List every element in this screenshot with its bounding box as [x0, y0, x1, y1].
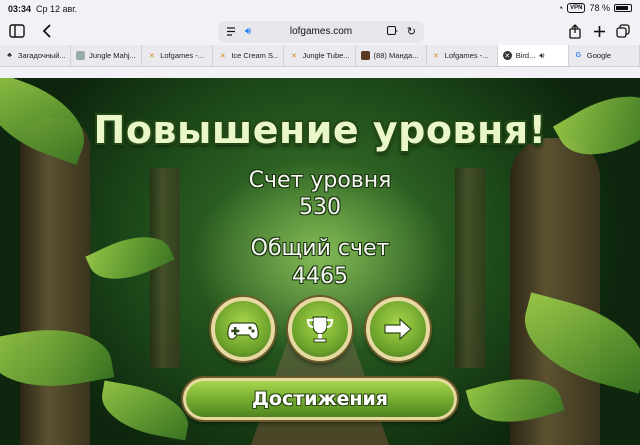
- wifi-icon: ◔: [557, 3, 564, 13]
- tab-label: Jungle Mahj...: [89, 51, 136, 60]
- achievements-button[interactable]: Достижения: [183, 378, 457, 420]
- game-canvas[interactable]: Повышение уровня! Счет уровня 530 Общий …: [0, 78, 640, 445]
- next-level-button[interactable]: [366, 297, 430, 361]
- tab-label: Lofgames -...: [444, 51, 489, 60]
- tab-label: Lofgames -...: [160, 51, 204, 60]
- tab-label: Ice Cream S...: [231, 51, 279, 60]
- browser-toolbar: 🔊︎ lofgames.com ↻: [0, 18, 640, 44]
- level-score-value: 530: [299, 195, 341, 220]
- more-games-button[interactable]: [211, 297, 275, 361]
- tab-label: Bird...: [515, 51, 536, 60]
- tab-label: Jungle Tube...: [302, 51, 350, 60]
- leaderboard-button[interactable]: [288, 297, 352, 361]
- close-icon[interactable]: ✕: [502, 51, 512, 60]
- speaker-icon[interactable]: 🔊︎: [539, 51, 544, 61]
- lofgames-icon: ✕: [433, 52, 440, 60]
- share-icon[interactable]: [564, 20, 586, 42]
- google-icon: G: [575, 52, 582, 59]
- total-score-label: Общий счет: [250, 236, 390, 261]
- paw-icon: ♣: [7, 52, 12, 59]
- tabs-overview-icon[interactable]: [612, 20, 634, 42]
- tab-3[interactable]: ✕ Ice Cream S...: [213, 45, 285, 66]
- tab-6[interactable]: ✕ Lofgames -...: [427, 45, 498, 66]
- tab-4[interactable]: ✕ Jungle Tube...: [284, 45, 356, 66]
- total-score-value: 4465: [292, 264, 348, 289]
- battery-icon: [614, 4, 632, 12]
- tab-label: Загадочный...: [18, 51, 66, 60]
- leaf: [96, 380, 194, 441]
- sidebar-icon[interactable]: [6, 20, 28, 42]
- status-time: 03:34: [8, 4, 32, 14]
- lofgames-icon: ✕: [219, 52, 226, 60]
- tab-5[interactable]: (88) Манда...: [356, 45, 427, 66]
- new-tab-icon[interactable]: [588, 20, 610, 42]
- back-icon[interactable]: [36, 20, 58, 42]
- status-date: Ср 12 авг.: [36, 4, 77, 14]
- tab-label: Google: [586, 51, 612, 60]
- level-score-label: Счет уровня: [248, 168, 392, 193]
- status-right: ◔ VPN 78 %: [558, 3, 632, 13]
- reload-icon[interactable]: ↻: [407, 25, 416, 38]
- lofgames-icon: ✕: [148, 52, 155, 60]
- image-icon: [360, 51, 370, 60]
- vpn-badge: VPN: [567, 3, 586, 13]
- tab-7-active[interactable]: ✕ Bird... 🔊︎: [497, 45, 569, 66]
- battery-percent: 78 %: [589, 3, 610, 13]
- arrow-right-icon: [384, 317, 412, 341]
- tab-0[interactable]: ♣ Загадочный...: [0, 45, 72, 66]
- tab-2[interactable]: ✕ Lofgames -...: [142, 45, 214, 66]
- lofgames-icon: ✕: [291, 52, 297, 60]
- level-up-title: Повышение уровня!: [93, 108, 547, 152]
- tab-8[interactable]: G Google: [569, 45, 640, 66]
- tab-label: (88) Манда...: [373, 51, 419, 60]
- tab-1[interactable]: Jungle Mahj...: [71, 45, 143, 66]
- game-icon: [76, 51, 86, 60]
- translate-icon[interactable]: [387, 26, 398, 39]
- gamepad-icon: [227, 322, 259, 340]
- address-bar[interactable]: 🔊︎ lofgames.com ↻: [218, 21, 424, 43]
- tab-bar: ♣ Загадочный... Jungle Mahj... ✕ Lofgame…: [0, 45, 640, 67]
- trophy-icon: [306, 316, 334, 343]
- status-bar: 03:34 Ср 12 авг. ◔ VPN 78 %: [0, 0, 640, 18]
